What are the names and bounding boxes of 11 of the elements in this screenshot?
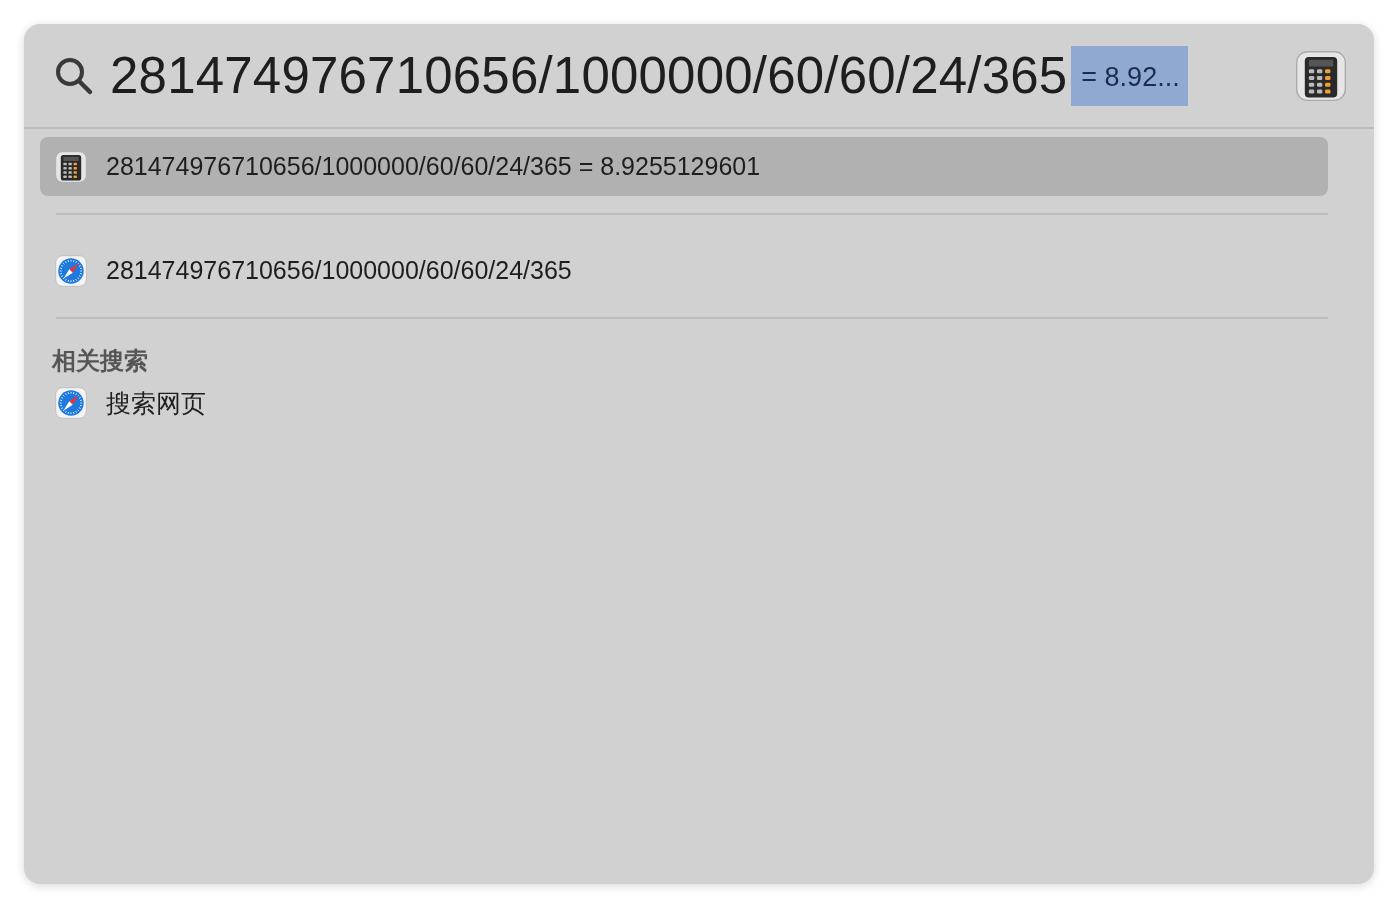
result-item[interactable]: 281474976710656/1000000/60/60/24/365 [40,241,1328,300]
search-icon [54,55,94,96]
result-item[interactable]: 281474976710656/1000000/60/60/24/365 = 8.9255129601 [40,137,1328,196]
calculator-icon [54,149,88,184]
calculator-icon[interactable] [1294,48,1348,103]
autocomplete-suggestion: = 8.92... [1071,45,1188,106]
search-query[interactable]: 281474976710656/1000000/60/60/24/365 [110,46,1068,105]
compass-icon [54,386,88,420]
result-item[interactable]: 搜索网页 [40,381,1328,425]
compass-icon [54,253,88,288]
section-heading: 相关搜索 [52,346,149,376]
